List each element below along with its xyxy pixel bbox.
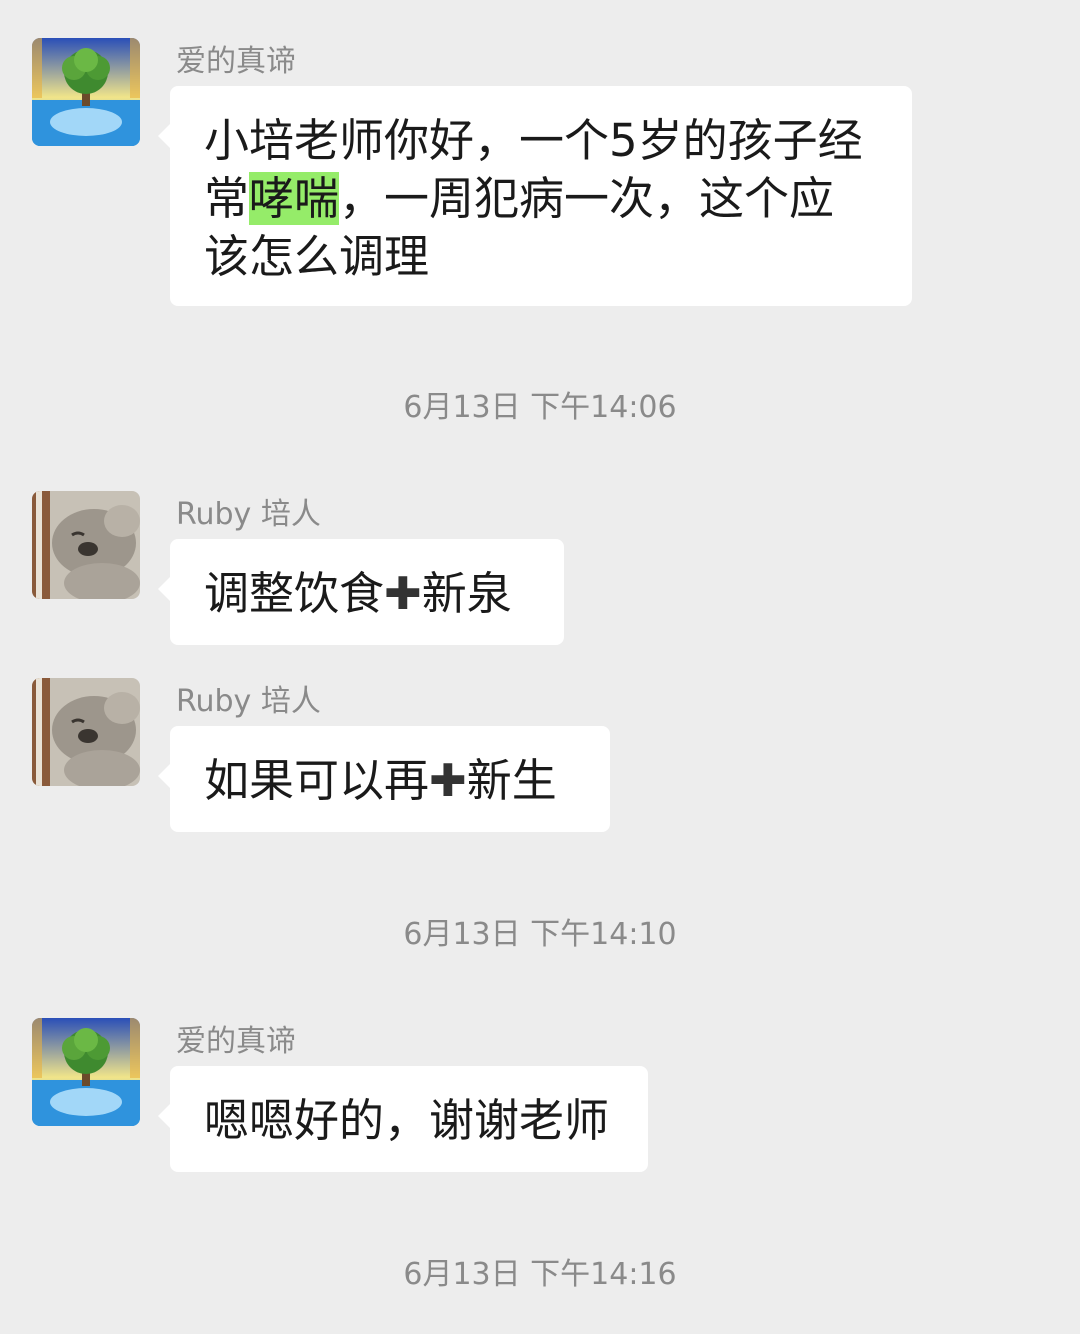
sender-name: 爱的真谛 xyxy=(176,44,296,79)
message-text: 新生 xyxy=(466,754,557,807)
message-text: 嗯嗯好的，谢谢老师 xyxy=(204,1094,610,1147)
sender-name: 爱的真谛 xyxy=(176,1024,296,1059)
message-bubble[interactable]: 调整饮食✚新泉 xyxy=(158,539,564,645)
plus-icon: ✚ xyxy=(384,567,422,620)
plus-icon: ✚ xyxy=(429,754,467,807)
message-text: 调整饮食 xyxy=(204,567,385,620)
koala-icon xyxy=(32,678,140,786)
avatar-tree-of-life[interactable] xyxy=(32,1018,140,1126)
message-bubble[interactable]: 小培老师你好，一个5岁的孩子经常哮喘，一周犯病一次，这个应该怎么调理 xyxy=(158,86,912,306)
avatar-koala[interactable] xyxy=(32,678,140,786)
avatar-koala[interactable] xyxy=(32,491,140,599)
timestamp: 6月13日 下午14:10 xyxy=(403,917,677,952)
tree-of-life-icon xyxy=(32,38,140,146)
sender-name: Ruby 培人 xyxy=(176,684,321,719)
koala-icon xyxy=(32,491,140,599)
message-bubble[interactable]: 如果可以再✚新生 xyxy=(158,726,610,832)
message-text: 如果可以再 xyxy=(204,754,430,807)
message-bubble[interactable]: 嗯嗯好的，谢谢老师 xyxy=(158,1066,648,1172)
highlighted-text: 哮喘 xyxy=(249,172,340,225)
avatar-tree-of-life[interactable] xyxy=(32,38,140,146)
sender-name: Ruby 培人 xyxy=(176,497,321,532)
tree-of-life-icon xyxy=(32,1018,140,1126)
timestamp: 6月13日 下午14:06 xyxy=(403,390,677,425)
timestamp: 6月13日 下午14:16 xyxy=(403,1257,677,1292)
message-text: 新泉 xyxy=(421,567,512,620)
